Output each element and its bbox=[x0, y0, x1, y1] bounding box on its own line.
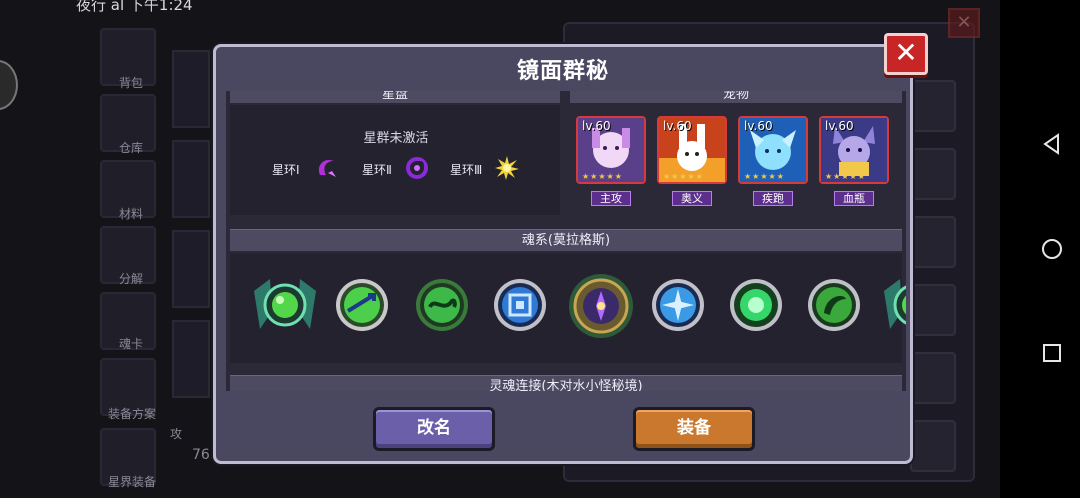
side-menu-backpack-label: 背包 bbox=[118, 76, 143, 90]
background-slot bbox=[910, 80, 956, 132]
background-card bbox=[172, 230, 210, 308]
green-winged-orb-partial-icon[interactable] bbox=[880, 271, 906, 341]
blue-spiral-rune-icon[interactable] bbox=[492, 277, 548, 333]
pet-level: lv.60 bbox=[744, 119, 773, 133]
star-ring-2-label: 星环Ⅱ bbox=[362, 163, 392, 177]
violet-crest-emblem-icon[interactable] bbox=[566, 271, 636, 341]
player-avatar bbox=[0, 60, 18, 110]
pet-stars: ★★★★★ bbox=[744, 172, 785, 181]
blue-pinwheel-rune-icon[interactable] bbox=[650, 277, 706, 333]
rename-button[interactable]: 改名 bbox=[373, 407, 495, 451]
dialog-content-scroll[interactable]: 星盘 星群未激活 星环Ⅰ 星环Ⅱ 星环Ⅲ 宠物 lv.60 ★★★★★ lv.6… bbox=[226, 91, 906, 391]
background-card bbox=[172, 140, 210, 218]
side-menu-equipplan-label: 装备方案 bbox=[107, 407, 156, 421]
pet-level: lv.60 bbox=[582, 119, 611, 133]
pet-role-tag: 疾跑 bbox=[753, 191, 793, 206]
purple-crescent-icon[interactable] bbox=[314, 155, 340, 181]
side-menu-warehouse-label: 仓库 bbox=[118, 141, 143, 155]
green-arrow-rune-icon[interactable] bbox=[334, 277, 390, 333]
soul-link-header: 灵魂连接(木对水小怪秘境) bbox=[230, 375, 902, 391]
attack-value: 76 bbox=[192, 447, 210, 463]
background-slot bbox=[910, 216, 956, 268]
side-menu-astral-label: 星界装备 bbox=[107, 475, 156, 489]
background-card bbox=[172, 320, 210, 398]
dialog-title: 镜面群秘 bbox=[516, 59, 609, 84]
star-chart-header: 星盘 bbox=[230, 91, 560, 103]
side-menu-dismantle-label: 分解 bbox=[118, 272, 143, 286]
pet-role-tag: 主攻 bbox=[591, 191, 631, 206]
green-winged-orb-icon[interactable] bbox=[250, 271, 320, 341]
pet-role-tag: 血瓶 bbox=[834, 191, 874, 206]
background-close-icon[interactable]: ✕ bbox=[948, 8, 980, 38]
side-menu-soulcard-label: 魂卡 bbox=[118, 337, 143, 351]
back-triangle-icon[interactable] bbox=[1040, 132, 1064, 156]
background-slot bbox=[910, 352, 956, 404]
background-slot bbox=[910, 148, 956, 200]
star-group-status: 星群未激活 bbox=[363, 131, 429, 146]
star-ring-3-label: 星环Ⅲ bbox=[450, 163, 483, 177]
background-card bbox=[172, 50, 210, 128]
side-menu-materials-label: 材料 bbox=[118, 207, 143, 221]
soul-system-header: 魂系(莫拉格斯) bbox=[230, 229, 902, 251]
background-slot bbox=[910, 420, 956, 472]
mirror-secret-dialog: 镜面群秘 ✕ 星盘 星群未激活 星环Ⅰ 星环Ⅱ 星环Ⅲ 宠物 lv.60 ★★★… bbox=[213, 33, 928, 464]
pet-stars: ★★★★★ bbox=[663, 172, 704, 181]
attack-label: 攻 bbox=[170, 427, 183, 441]
pet-stars: ★★★★★ bbox=[825, 172, 866, 181]
home-circle-icon[interactable] bbox=[1040, 237, 1064, 261]
recents-square-icon[interactable] bbox=[1040, 341, 1064, 365]
pet-card[interactable]: lv.60 ★★★★★ bbox=[738, 116, 808, 184]
equip-button[interactable]: 装备 bbox=[633, 407, 755, 451]
pet-role-tag: 奥义 bbox=[672, 191, 712, 206]
background-slot bbox=[910, 284, 956, 336]
green-leaf-rune-icon[interactable] bbox=[806, 277, 862, 333]
pet-card[interactable]: lv.60 ★★★★★ bbox=[657, 116, 727, 184]
pet-stars: ★★★★★ bbox=[582, 172, 623, 181]
close-button[interactable]: ✕ bbox=[884, 33, 928, 75]
green-glow-orb-icon[interactable] bbox=[728, 277, 784, 333]
pet-card[interactable]: lv.60 ★★★★★ bbox=[819, 116, 889, 184]
star-ring-1-label: 星环Ⅰ bbox=[272, 163, 300, 177]
status-bar-text: 夜行 al 下午1:24 bbox=[76, 0, 193, 14]
pet-section-header: 宠物 bbox=[570, 91, 902, 103]
pet-card[interactable]: lv.60 ★★★★★ bbox=[576, 116, 646, 184]
pet-level: lv.60 bbox=[825, 119, 854, 133]
green-serpent-rune-icon[interactable] bbox=[414, 277, 470, 333]
purple-swirl-icon[interactable] bbox=[404, 155, 430, 181]
gold-sun-icon[interactable] bbox=[494, 155, 520, 181]
pet-level: lv.60 bbox=[663, 119, 692, 133]
